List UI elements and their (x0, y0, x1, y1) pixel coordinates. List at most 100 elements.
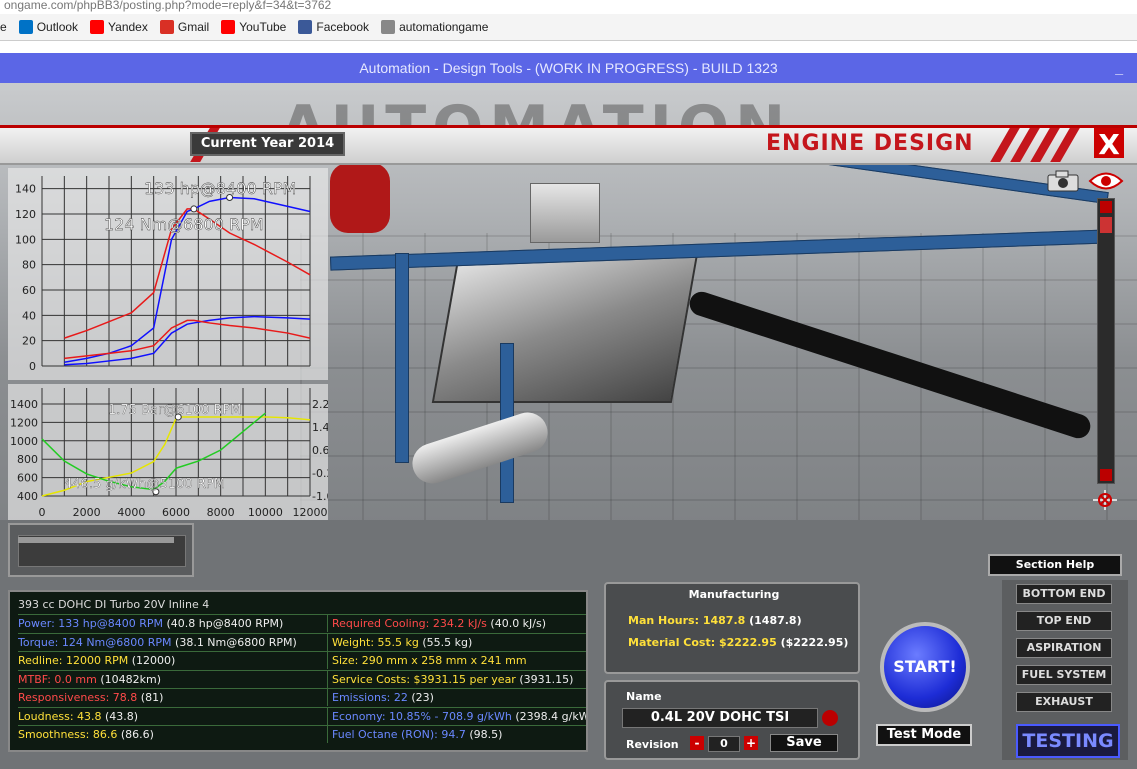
stat-value: Smoothness: 86.6 (18, 728, 118, 741)
engine-name-field[interactable]: 0.4L 20V DOHC TSI (622, 708, 818, 728)
y-tick-label: 0 (29, 360, 36, 373)
bookmark-label: automationgame (399, 20, 489, 34)
scroll-up-arrow-icon[interactable] (1100, 201, 1112, 213)
y2-tick-label: 2.2 (312, 398, 328, 411)
y-tick-label: 40 (22, 309, 36, 322)
stat-base-value: (55.5 kg) (418, 635, 473, 649)
power-torque-svg: 0 20 40 60 80 100 120 140 133 hp@8400 RPM 124 Nm@… (15, 176, 311, 373)
stat-base-value: (86.6) (117, 728, 154, 741)
man-hours: Man Hours: 1487.8 (1487.8) (628, 614, 802, 627)
material-cost: Material Cost: $2222.95 ($2222.95) (628, 636, 848, 649)
y-tick-label: 60 (22, 284, 36, 297)
x-tick-label: 6000 (162, 506, 190, 519)
revision-label: Revision (626, 738, 679, 751)
window-title: Automation - Design Tools - (WORK IN PRO… (359, 60, 778, 76)
engine-stats-panel: 393 cc DOHC DI Turbo 20V Inline 4 Power:… (8, 590, 588, 752)
y2-tick-label: 1.4 (312, 421, 328, 434)
y-tick-label: 20 (22, 335, 36, 348)
stat-base-value: (40.8 hp@8400 RPM) (162, 617, 284, 630)
section-help-button[interactable]: Section Help (988, 554, 1122, 576)
power-torque-chart: 0 20 40 60 80 100 120 140 133 hp@8400 RPM 124 Nm@… (8, 168, 328, 380)
bookmark-facebook[interactable]: Facebook (298, 20, 369, 34)
stat-row: Smoothness: 86.6 (86.6) (18, 725, 328, 743)
camera-icon[interactable] (1046, 170, 1080, 192)
stat-base-value: (43.8) (101, 709, 139, 723)
bookmark-youtube[interactable]: YouTube (221, 20, 286, 34)
x-tick-label: 12000 (293, 506, 328, 519)
bookmark-automationgame[interactable]: automationgame (381, 20, 488, 34)
turbo-housing (330, 163, 390, 233)
save-button[interactable]: Save (770, 734, 838, 752)
y-tick-label: 1400 (10, 398, 38, 411)
peak-torque-marker (190, 205, 198, 213)
nav-bottom-end[interactable]: BOTTOM END (1016, 584, 1112, 604)
y-tick-label: 80 (22, 259, 36, 272)
nav-fuel-system[interactable]: FUEL SYSTEM (1016, 665, 1112, 685)
stat-base-value: (40.0 kJ/s) (486, 617, 547, 630)
x-tick-label: 10000 (248, 506, 283, 519)
bookmark-yandex[interactable]: Yandex (90, 20, 148, 34)
mini-view-slider[interactable] (18, 537, 174, 543)
bookmark-label: e (0, 20, 7, 34)
address-bar[interactable]: ongame.com/phpBB3/posting.php?mode=reply… (0, 0, 1137, 14)
bookmark-outlook[interactable]: Outlook (18, 20, 78, 34)
stat-value: Service Costs: $3931.15 per year (332, 672, 516, 686)
stat-row: Economy: 10.85% - 708.9 g/kWh (2398.4 g/… (328, 706, 586, 725)
url-text: ongame.com/phpBB3/posting.php?mode=reply… (4, 0, 332, 12)
stat-row: Loudness: 43.8 (43.8) (18, 706, 328, 725)
y2-tick-label: 0.6 (312, 444, 328, 457)
stand-leg (395, 253, 409, 463)
stat-base-value: (23) (407, 691, 434, 704)
reset-view-icon[interactable] (1090, 488, 1120, 512)
bookmark-label: Gmail (177, 20, 210, 34)
y2-tick-label: -1.0 (312, 490, 328, 503)
scroll-down-arrow-icon[interactable] (1100, 469, 1112, 481)
stat-base-value: (38.1 Nm@6800 RPM) (171, 635, 297, 649)
stat-base-value: (10482km) (96, 672, 162, 686)
yandex-icon (90, 20, 105, 34)
nav-exhaust[interactable]: EXHAUST (1016, 692, 1112, 712)
bookmarks-bar: e Outlook Yandex Gmail YouTube Facebook automa… (0, 14, 1137, 41)
stat-row: Emissions: 22 (23) (328, 688, 586, 706)
nav-top-end[interactable]: TOP END (1016, 611, 1112, 631)
bookmark-gmail[interactable]: Gmail (159, 20, 210, 34)
current-year: Current Year 2014 (190, 132, 345, 156)
x-tick-label: 2000 (73, 506, 101, 519)
bookmark-e[interactable]: e (0, 20, 7, 34)
series-line (64, 319, 311, 360)
stat-value: Required Cooling: 234.2 kJ/s (332, 617, 487, 630)
man-hours-value: Man Hours: 1487.8 (628, 614, 746, 627)
zoom-scrollbar[interactable] (1097, 198, 1115, 484)
close-button[interactable]: X (1094, 128, 1124, 161)
boost-annotation: 1.75 Bar@6100 RPM (108, 403, 242, 418)
revision-increment-button[interactable]: + (744, 736, 758, 750)
y-tick-label: 800 (17, 453, 38, 466)
browser-gap (0, 41, 1137, 53)
minimize-button[interactable]: _ (1115, 53, 1123, 83)
y-tick-label: 100 (15, 233, 36, 246)
coolant-tank (530, 183, 600, 243)
testing-button[interactable]: TESTING (1016, 724, 1120, 758)
stat-row: Required Cooling: 234.2 kJ/s (40.0 kJ/s) (328, 614, 586, 632)
bookmark-label: Yandex (108, 20, 148, 34)
nav-aspiration[interactable]: ASPIRATION (1016, 638, 1112, 658)
facebook-icon (298, 20, 313, 34)
start-button[interactable]: START! (880, 622, 970, 712)
stat-row: Redline: 12000 RPM (12000) (18, 651, 328, 669)
test-mode-button[interactable]: Test Mode (876, 724, 972, 746)
eye-icon[interactable] (1088, 170, 1124, 192)
revision-decrement-button[interactable]: - (690, 736, 704, 750)
y-tick-label: 1200 (10, 416, 38, 429)
stat-value: Responsiveness: 78.8 (18, 691, 138, 704)
boost-economy-chart: 400 600 800 1000 1200 1400 2.2 1.4 0.6 -0.2 -1.0 0 2… (8, 384, 333, 520)
stat-base-value: (81) (137, 691, 164, 704)
y-tick-label: 400 (17, 490, 38, 503)
boost-economy-svg: 400 600 800 1000 1200 1400 2.2 1.4 0.6 -0.2 -1.0 0 2… (10, 388, 333, 519)
stat-base-value: (3931.15) (515, 672, 574, 686)
x-tick-label: 8000 (207, 506, 235, 519)
stat-row: Torque: 124 Nm@6800 RPM (38.1 Nm@6800 RP… (18, 632, 328, 651)
revision-value[interactable]: 0 (708, 736, 740, 752)
scroll-thumb[interactable] (1100, 217, 1112, 233)
randomize-name-button[interactable] (822, 710, 838, 726)
outlook-icon (18, 20, 33, 34)
